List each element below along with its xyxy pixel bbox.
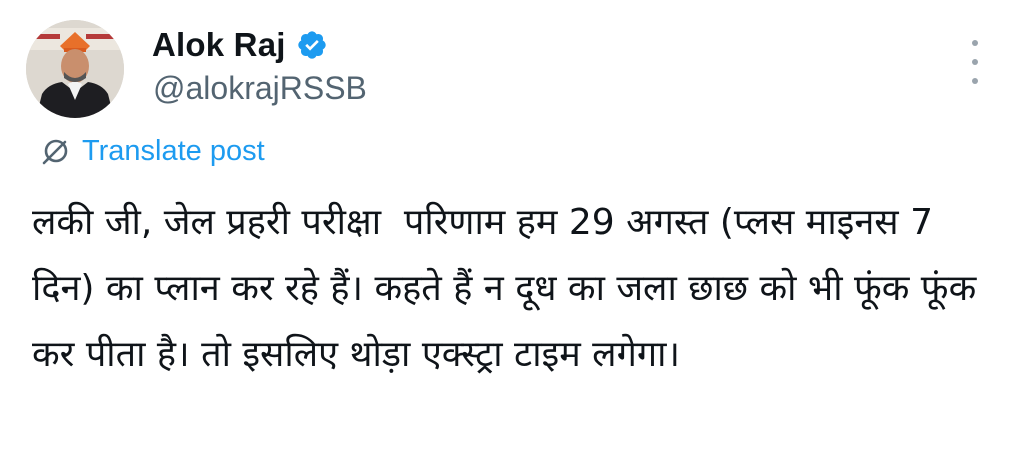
more-dot (972, 59, 978, 65)
verified-badge-icon (296, 29, 328, 61)
more-options-icon[interactable] (962, 40, 988, 84)
translate-post-button[interactable]: Translate post (40, 131, 265, 171)
more-dot (972, 78, 978, 84)
translate-post-label: Translate post (82, 134, 265, 167)
author-name-row: Alok Raj (152, 24, 328, 66)
author-handle[interactable]: @alokrajRSSB (153, 70, 367, 107)
author-display-name[interactable]: Alok Raj (152, 26, 286, 64)
translate-globe-icon (40, 135, 72, 167)
author-avatar[interactable] (26, 20, 124, 118)
more-dot (972, 40, 978, 46)
post-text: लकी जी, जेल प्रहरी परीक्षा परिणाम हम 29 … (32, 202, 988, 375)
avatar-photo (26, 20, 124, 118)
tweet-card: Alok Raj @alokrajRSSB Translate post लकी… (0, 0, 1024, 462)
